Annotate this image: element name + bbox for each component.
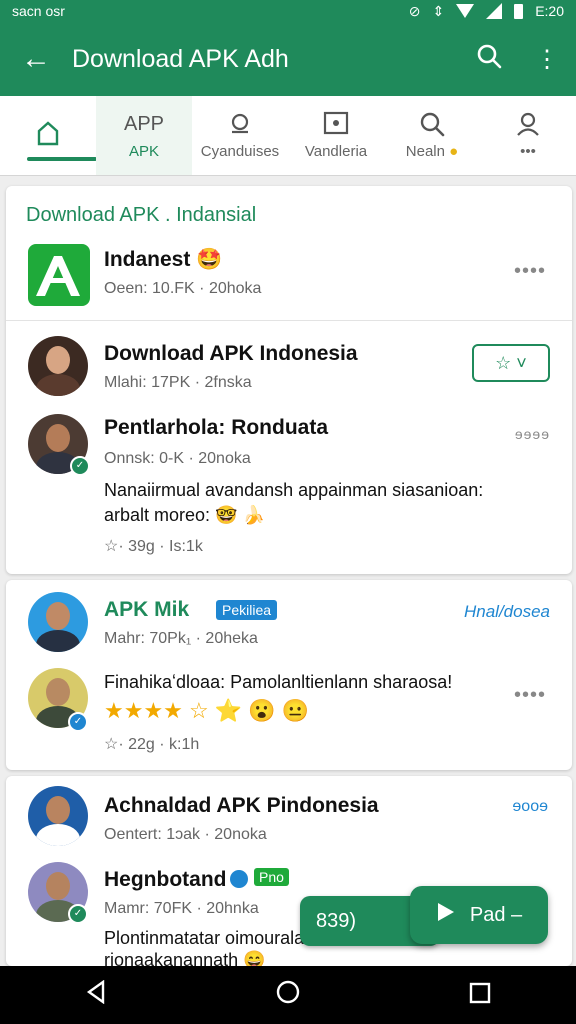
verified-badge-icon: ✓ [70,456,90,476]
author-meta: Mahr: 70Pk₁ · 20heka [104,630,258,647]
comment-stats[interactable]: ☆· 39g · Is:1k [104,536,203,556]
rating-stars: ★★★★ ☆ ⭐ 😮 😐 [104,698,310,723]
app-name: Indanest 🤩 [104,248,223,271]
comment-text-line-2: arbalt moreo: 🤓 🍌 [104,505,265,525]
comment-row: ✓ Finahikaʻdloaa: Pamolanltienlann shara… [6,668,572,764]
avatar [28,786,88,846]
gallery-icon [323,111,349,137]
comment-meta: Mamr: 70FK · 20hnka [104,900,259,917]
battery-icon [514,3,524,19]
feed-card-1: Download APK . Indansial Indanest 🤩 Oeen… [6,186,572,574]
post-meta: Mlahi: 17PK · 2fnska [104,374,252,391]
comment-stats[interactable]: ☆· 22g · k:1h [104,734,199,754]
status-time: sacn osr [12,3,65,19]
tab-search-label: Nealn ● [405,143,459,160]
author-meta: Oentert: 1ɔak · 20noka [104,826,267,843]
status-bar: sacn osr ⊘ ⇕ E:20 [0,0,576,22]
tab-more-label: ••• [520,143,536,160]
app-row[interactable]: Indanest 🤩 Oeen: 10.FK · 20hoka •••• [6,244,572,320]
comment-text: Finahikaʻdloaa: Pamolanltienlann sharaos… [104,672,453,692]
person-icon [515,111,541,137]
tab-home[interactable] [0,96,97,175]
tab-more[interactable]: ••• [480,96,576,175]
card-header: Download APK . Indansial [26,204,257,226]
overflow-menu-icon[interactable]: ⋮ [518,45,576,74]
verified-badge-icon: ✓ [68,712,88,732]
comment-row: ✓ Pentlarhola: Ronduata ɘɘɘɘ Onnsk: 0-K … [6,414,572,564]
signal-icon [486,3,503,19]
apps-icon: APP [123,113,165,135]
tab-gallery[interactable]: Vandleria [288,96,384,175]
back-icon[interactable] [66,979,126,1011]
bell-icon [228,111,252,137]
alarm-icon: ⊘ [408,2,421,19]
tab-apps-label: APK [128,143,159,160]
comment-text-line-2: rionaakanannath 😄 [104,950,266,966]
author-row[interactable]: APK Mik Pekiliea Hnal/dosea Mahr: 70Pk₁ … [6,592,572,658]
pro-badge: Pno [254,868,289,886]
tab-apps[interactable]: APP APK [96,96,192,175]
system-nav-bar [0,966,576,1024]
post-title: Download APK Indonesia [104,342,358,365]
comment-more-icon[interactable]: •••• [514,684,546,707]
feed-card-2: APK Mik Pekiliea Hnal/dosea Mahr: 70Pk₁ … [6,580,572,770]
divider [6,320,572,321]
tab-search[interactable]: Nealn ● [384,96,480,175]
verified-check-icon [230,870,248,888]
comment-author: Hegnbotand [104,868,227,891]
author-row[interactable]: Achnaldad APK Pindonesia ɘooɘ Oentert: 1… [6,786,572,852]
comment-meta: Onnsk: 0-K · 20noka [104,450,251,467]
back-arrow-icon[interactable]: ← [0,42,72,76]
verified-badge-icon: ✓ [68,904,88,924]
page-title: Download APK Adh [72,44,289,73]
play-fab-label: Pad – [469,903,523,926]
tab-bar: APP APK Cyanduises Vandleria Nealn ● ••• [0,96,576,176]
vibrate-icon: ⇕ [432,2,445,19]
wifi-icon [456,4,475,18]
comment-more-icon[interactable]: ɘɘɘɘ [515,426,550,442]
comment-text-line-1: Nanaiirmual avandansh appainman siasanio… [104,480,484,500]
author-name: Achnaldad APK Pindonesia [104,794,379,817]
app-more-icon[interactable]: •••• [514,260,546,283]
favorite-button[interactable]: ☆ ˅ [472,344,550,382]
home-icon [36,120,60,146]
tab-gallery-label: Vandleria [304,143,368,160]
play-icon [436,901,456,929]
app-logo-icon [28,244,90,306]
recents-icon[interactable] [450,980,510,1011]
play-fab[interactable]: Pad – [410,886,548,944]
search-icon[interactable] [460,43,518,76]
avatar [28,336,88,396]
avatar [28,592,88,652]
app-meta: Oeen: 10.FK · 20hoka [104,280,262,297]
home-circle-icon[interactable] [258,980,318,1011]
tab-notifications[interactable]: Cyanduises [192,96,288,175]
status-clock: E:20 [535,3,564,19]
author-link[interactable]: Hnal/dosea [464,602,550,622]
tab-notifications-label: Cyanduises [200,143,280,160]
comment-author: Pentlarhola: Ronduata [104,416,329,439]
active-tab-indicator [27,157,97,161]
search-tab-icon [419,111,445,137]
post-row[interactable]: Download APK Indonesia Mlahi: 17PK · 2fn… [6,334,572,404]
author-more-icon[interactable]: ɘooɘ [512,798,548,816]
status-icons: ⊘ ⇕ E:20 [409,3,564,20]
author-name: APK Mik [104,598,190,621]
author-badge: Pekiliea [216,600,278,620]
coin-icon: ● [449,143,459,160]
app-bar: ← Download APK Adh ⋮ [0,22,576,96]
